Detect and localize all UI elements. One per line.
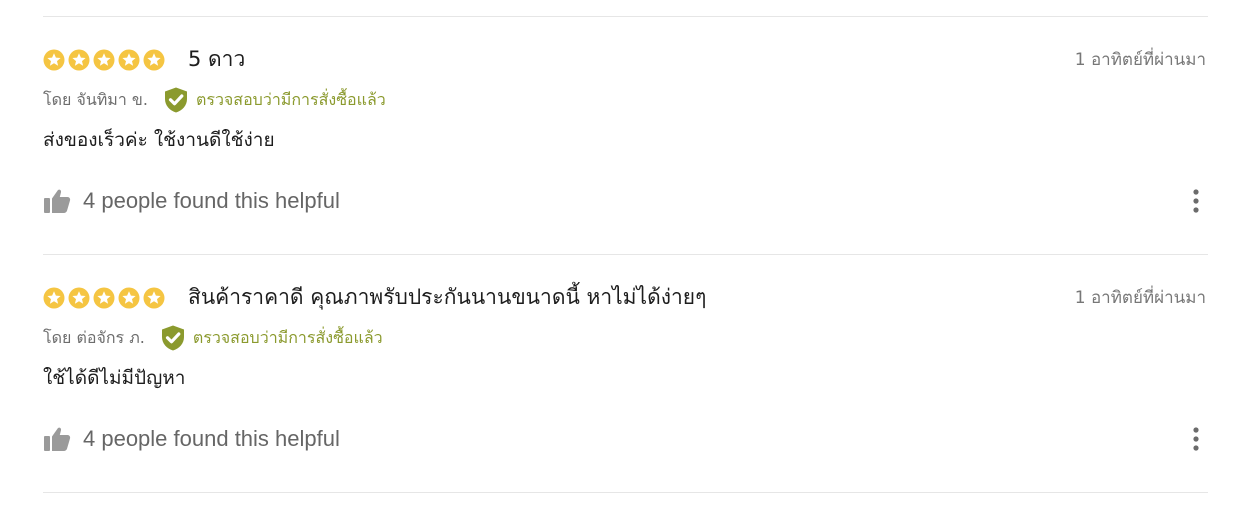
shield-check-icon bbox=[161, 325, 184, 351]
star-icon bbox=[143, 49, 165, 71]
more-vertical-icon bbox=[1193, 427, 1199, 451]
helpful-row: 4 people found this helpful bbox=[43, 423, 340, 455]
star-icon bbox=[43, 287, 65, 309]
review-author: โดย จันทิมา ข. bbox=[43, 89, 148, 109]
review-item: 5 ดาว 1 อาทิตย์ที่ผ่านมา โดย จันทิมา ข. … bbox=[43, 44, 1208, 244]
review-divider bbox=[43, 254, 1208, 255]
review-item: สินค้าราคาดี คุณภาพรับประกันนานขนาดนี้ ห… bbox=[43, 282, 1208, 482]
helpful-row: 4 people found this helpful bbox=[43, 185, 340, 217]
more-vertical-icon bbox=[1193, 189, 1199, 213]
thumbs-up-icon[interactable] bbox=[43, 188, 71, 214]
star-icon bbox=[68, 49, 90, 71]
review-body: ใช้ได้ดีไม่มีปัญหา bbox=[43, 367, 186, 389]
thumbs-up-icon[interactable] bbox=[43, 426, 71, 452]
review-header: 5 ดาว 1 อาทิตย์ที่ผ่านมา bbox=[43, 44, 1208, 74]
review-author: โดย ต่อจักร ภ. bbox=[43, 327, 145, 347]
star-icon bbox=[143, 287, 165, 309]
helpful-count: 4 people found this helpful bbox=[83, 426, 340, 451]
star-icon bbox=[43, 49, 65, 71]
review-meta: โดย ต่อจักร ภ. ตรวจสอบว่ามีการสั่งซื้อแล… bbox=[43, 322, 383, 354]
more-options-button[interactable] bbox=[1186, 423, 1206, 455]
top-divider bbox=[43, 16, 1208, 17]
star-icon bbox=[93, 287, 115, 309]
review-time: 1 อาทิตย์ที่ผ่านมา bbox=[1074, 288, 1206, 308]
star-icon bbox=[93, 49, 115, 71]
star-rating bbox=[43, 49, 165, 71]
star-rating bbox=[43, 287, 165, 309]
review-meta: โดย จันทิมา ข. ตรวจสอบว่ามีการสั่งซื้อแล… bbox=[43, 84, 386, 116]
review-title: 5 ดาว bbox=[188, 47, 246, 71]
helpful-count: 4 people found this helpful bbox=[83, 188, 340, 213]
verified-purchase-label: ตรวจสอบว่ามีการสั่งซื้อแล้ว bbox=[192, 327, 383, 347]
shield-check-icon bbox=[164, 87, 187, 113]
verified-purchase-label: ตรวจสอบว่ามีการสั่งซื้อแล้ว bbox=[195, 89, 386, 109]
review-header: สินค้าราคาดี คุณภาพรับประกันนานขนาดนี้ ห… bbox=[43, 282, 1208, 312]
star-icon bbox=[118, 49, 140, 71]
review-title: สินค้าราคาดี คุณภาพรับประกันนานขนาดนี้ ห… bbox=[188, 285, 707, 309]
review-time: 1 อาทิตย์ที่ผ่านมา bbox=[1074, 50, 1206, 70]
star-icon bbox=[118, 287, 140, 309]
star-icon bbox=[68, 287, 90, 309]
bottom-divider bbox=[43, 492, 1208, 493]
more-options-button[interactable] bbox=[1186, 185, 1206, 217]
review-body: ส่งของเร็วค่ะ ใช้งานดีใช้ง่าย bbox=[43, 129, 275, 151]
